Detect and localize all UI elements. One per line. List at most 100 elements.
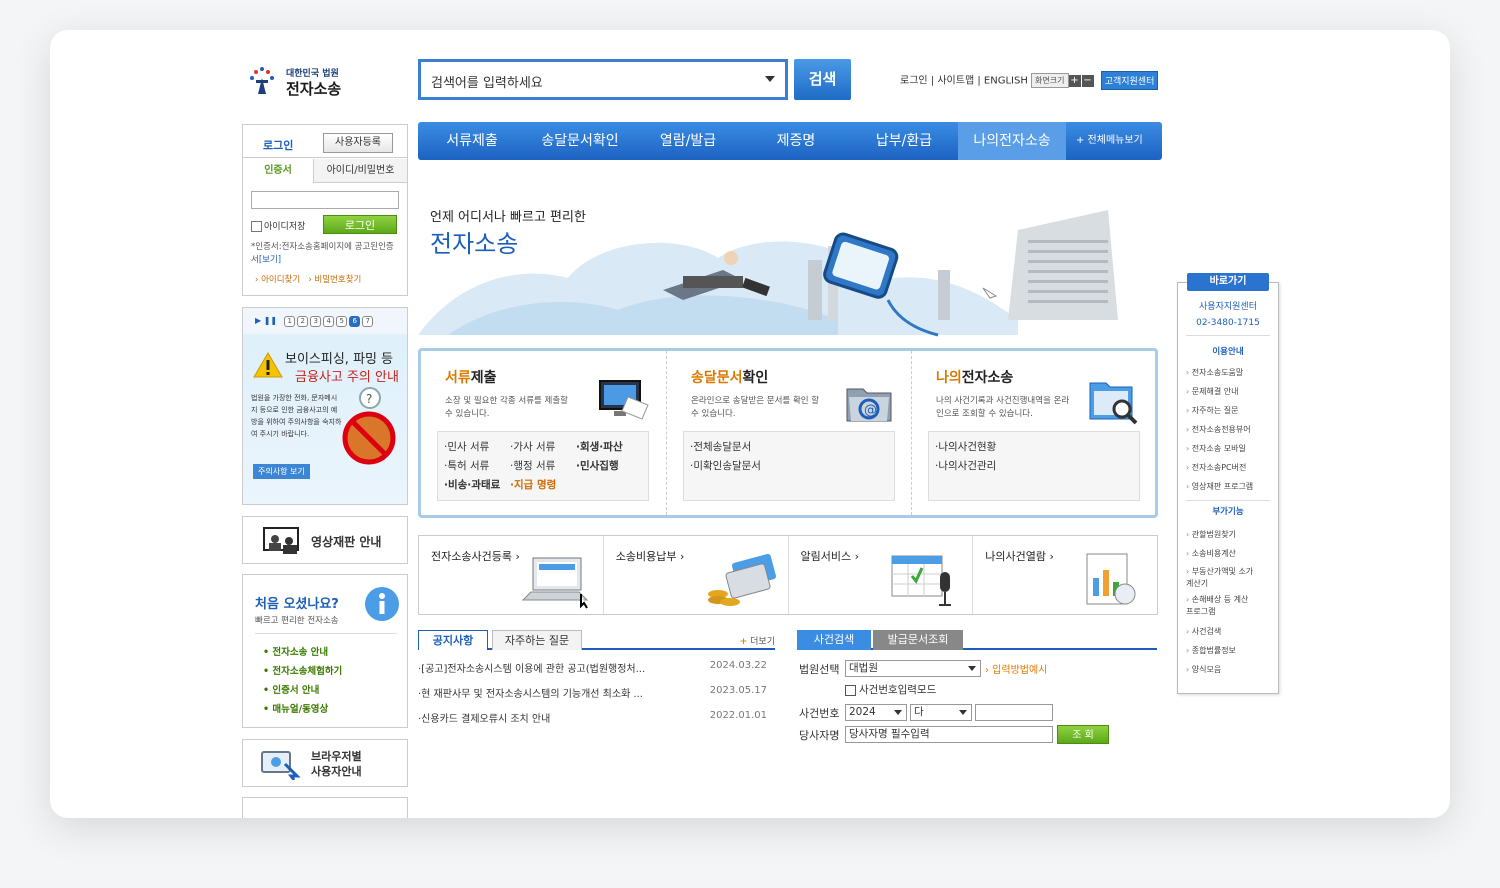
play-pause-icon[interactable]: ▶ ❚❚ (255, 316, 277, 325)
banner-page-active[interactable]: 6 (349, 316, 361, 327)
video-trial-banner[interactable]: 영상재판 안내 (242, 516, 408, 564)
list-item[interactable]: ·현 재판사무 및 전자소송시스템의 기능개선 최소화 ... 2023.05.1… (418, 681, 775, 706)
service-title[interactable]: 서류제출 (445, 367, 497, 387)
customer-center-button[interactable]: 고객지원센터 (1100, 71, 1159, 90)
quick-link[interactable]: 사건검색 (1186, 622, 1258, 641)
more-link[interactable]: + 더보기 (740, 634, 775, 647)
quick-link[interactable]: 전자소송 모바일 (1186, 439, 1253, 458)
link-unchecked-served[interactable]: ·미확인송달문서 (690, 457, 761, 476)
checkbox-icon[interactable] (251, 221, 262, 232)
quick-cost-payment[interactable]: 소송비용납부 › (604, 536, 789, 614)
banner-detail-button[interactable]: 주의사항 보기 (253, 464, 310, 479)
quick-link[interactable]: 관할법원찾기 (1186, 525, 1258, 544)
checkbox-icon[interactable] (845, 684, 856, 696)
banner-page[interactable]: 5 (336, 316, 348, 327)
support-center[interactable]: 사용자지원센터 02-3480-1715 (1178, 299, 1278, 331)
quick-link[interactable]: 전자소송PC버전 (1186, 458, 1253, 477)
next-banner-partial[interactable] (242, 797, 408, 818)
tab-case-search[interactable]: 사건검색 (797, 630, 871, 650)
quick-my-case-view[interactable]: 나의사건열람 › (973, 536, 1157, 614)
banner-page[interactable]: 3 (310, 316, 322, 327)
sitemap-link[interactable]: 사이트맵 (937, 76, 974, 87)
link-manual-video[interactable]: • 매뉴얼/동영상 (263, 700, 342, 719)
chevron-down-icon[interactable] (765, 76, 775, 82)
service-title[interactable]: 나의전자소송 (936, 367, 1013, 387)
court-logo[interactable]: 대한민국 법원 전자소송 (248, 62, 348, 102)
link-cert-guide[interactable]: • 인증서 안내 (263, 681, 342, 700)
quick-link[interactable]: 전자소송도움말 (1186, 363, 1253, 382)
service-title[interactable]: 송달문서확인 (691, 367, 768, 387)
nav-payment[interactable]: 납부/환급 (850, 122, 958, 160)
link-payment-order[interactable]: ·지급 명령 (510, 476, 556, 495)
find-id-link[interactable]: › 아이디찾기 (255, 275, 300, 285)
case-number-input[interactable] (975, 704, 1053, 721)
nav-submit-docs[interactable]: 서류제출 (418, 122, 526, 160)
search-case-button[interactable]: 조 회 (1057, 725, 1109, 744)
tab-notice[interactable]: 공지사항 (418, 630, 488, 650)
zoom-in-button[interactable]: + (1068, 74, 1081, 87)
quick-link[interactable]: 전자소송전용뷰어 (1186, 420, 1253, 439)
login-button[interactable]: 로그인 (323, 215, 397, 234)
nav-view-issue[interactable]: 열람/발급 (634, 122, 742, 160)
link-patent-docs[interactable]: ·특허 서류 (444, 457, 510, 476)
nav-service-docs[interactable]: 송달문서확인 (526, 122, 634, 160)
notice-title[interactable]: ·신용카드 결제오류시 조치 안내 (418, 710, 550, 725)
list-item[interactable]: ·신용카드 결제오류시 조치 안내 2022.01.01 (418, 706, 775, 731)
service-title-accent: 나의 (936, 370, 962, 386)
search-button[interactable]: 검색 (794, 59, 851, 100)
link-my-case-status[interactable]: ·나의사건현황 (935, 438, 996, 457)
link-ecourt-guide[interactable]: • 전자소송 안내 (263, 643, 342, 662)
zoom-out-button[interactable]: − (1081, 74, 1094, 87)
quick-link[interactable]: 손해배상 등 계산 프로그램 (1186, 594, 1258, 618)
section-usage: 이용안내 (1212, 347, 1244, 357)
link-ecourt-trial[interactable]: • 전자소송체험하기 (263, 662, 342, 681)
find-password-link[interactable]: › 비밀번호찾기 (308, 275, 361, 285)
case-kind-select[interactable]: 다 (910, 704, 972, 721)
quick-case-register[interactable]: 전자소송사건등록 › (419, 536, 604, 614)
list-item[interactable]: ·[공고]전자소송시스템 이용에 관한 공고(법원행정처... 2024.03.2… (418, 656, 775, 681)
direct-input-checkbox[interactable]: 사건번호입력모드 (845, 682, 936, 697)
quick-notification[interactable]: 알림서비스 › (789, 536, 974, 614)
login-link[interactable]: 로그인 (900, 76, 928, 87)
quick-link[interactable]: 종합법률정보 (1186, 641, 1258, 660)
banner-page[interactable]: 4 (323, 316, 335, 327)
certificate-input[interactable] (251, 191, 399, 209)
nav-certificate[interactable]: 제증명 (742, 122, 850, 160)
year-select[interactable]: 2024 (845, 704, 907, 721)
link-civil-execution[interactable]: ·민사집행 (576, 457, 619, 476)
link-civil-docs[interactable]: ·민사 서류 (444, 438, 510, 457)
notice-title[interactable]: ·[공고]전자소송시스템 이용에 관한 공고(법원행정처... (418, 660, 645, 675)
link-my-case-manage[interactable]: ·나의사건관리 (935, 457, 996, 476)
search-input[interactable]: 검색어를 입력하세요 (418, 59, 788, 100)
party-name-input[interactable]: 당사자명 필수입력 (845, 726, 1053, 743)
notice-title[interactable]: ·현 재판사무 및 전자소송시스템의 기능개선 최소화 ... (418, 685, 643, 700)
quick-link[interactable]: 소송비용계산 (1186, 544, 1258, 563)
link-admin-docs[interactable]: ·행정 서류 (510, 457, 576, 476)
banner-page[interactable]: 2 (297, 316, 309, 327)
nav-all-menu[interactable]: + 전체메뉴보기 (1066, 122, 1153, 160)
link-noncontentious[interactable]: ·비송·과태료 (444, 476, 510, 495)
quick-link[interactable]: 부동산가액및 소가계산기 (1186, 566, 1258, 590)
tab-certificate[interactable]: 인증서 (243, 159, 313, 183)
quick-link[interactable]: 문제해결 안내 (1186, 382, 1253, 401)
link-all-served[interactable]: ·전체송달문서 (690, 438, 751, 457)
quick-link[interactable]: 영상재판 프로그램 (1186, 477, 1253, 496)
register-button[interactable]: 사용자등록 (323, 133, 393, 153)
banner-page[interactable]: 1 (284, 316, 296, 327)
input-example-link[interactable]: › 입력방법예시 (985, 661, 1047, 676)
tab-issued-doc-search[interactable]: 발급문서조회 (873, 630, 963, 650)
link-rehab-bankrupt[interactable]: ·회생·파산 (576, 438, 623, 457)
english-link[interactable]: ENGLISH (984, 76, 1028, 87)
nav-my-ecourt[interactable]: 나의전자소송 (958, 122, 1066, 160)
tab-faq[interactable]: 자주하는 질문 (492, 630, 582, 650)
tab-id-password[interactable]: 아이디/비밀번호 (313, 159, 407, 183)
quick-link[interactable]: 양식모음 (1186, 660, 1258, 679)
direct-input-label: 사건번호입력모드 (859, 684, 937, 696)
save-id-checkbox[interactable]: 아이디저장 (251, 219, 305, 232)
banner-page[interactable]: 7 (362, 316, 374, 327)
court-select[interactable]: 대법원 (845, 660, 981, 677)
quick-link[interactable]: 자주하는 질문 (1186, 401, 1253, 420)
browser-guide-banner[interactable]: 브라우저별 사용자안내 (242, 739, 408, 787)
link-family-docs[interactable]: ·가사 서류 (510, 438, 576, 457)
cert-note-link[interactable]: [보기] (259, 255, 281, 265)
